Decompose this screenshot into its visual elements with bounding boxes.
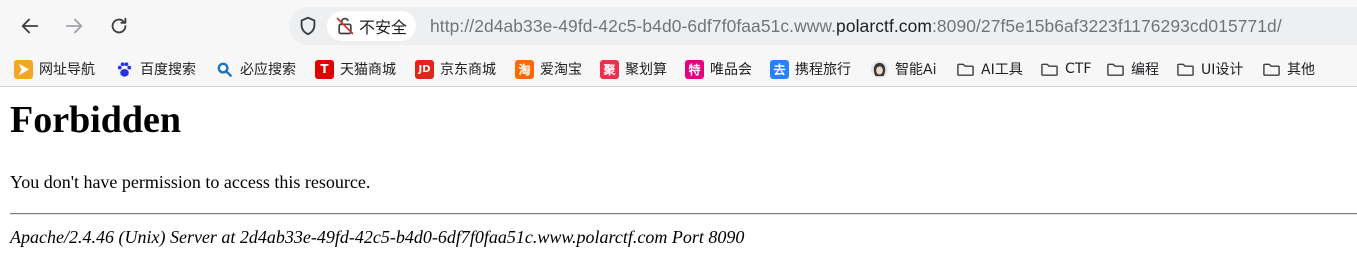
jd-icon: JD [415, 59, 434, 79]
navigation-icon [14, 59, 33, 79]
back-arrow-icon [21, 18, 39, 34]
bookmark-label: 必应搜索 [240, 62, 296, 78]
url-text[interactable]: http://2d4ab33e-49fd-42c5-b4d0-6df7f0faa… [430, 7, 1282, 45]
bookmark-ai[interactable]: 智能Ai [870, 57, 936, 81]
bookmark-label: 百度搜索 [140, 62, 196, 78]
folder-icon [1176, 60, 1195, 79]
bookmark-tmall[interactable]: T 天猫商城 [315, 57, 396, 81]
bookmark-label: 编程 [1131, 62, 1159, 78]
back-button[interactable] [14, 10, 46, 42]
bookmark-navigation[interactable]: 网址导航 [14, 57, 95, 81]
reload-icon [111, 17, 127, 34]
bookmark-baidu[interactable]: 百度搜索 [115, 57, 196, 81]
bookmark-label: 智能Ai [895, 62, 937, 78]
juhuasuan-icon: 聚 [600, 59, 619, 79]
bookmark-folder-ui-design[interactable]: UI设计 [1176, 57, 1243, 81]
folder-icon [1040, 60, 1059, 79]
bookmark-label: 网址导航 [39, 62, 95, 78]
server-signature: Apache/2.4.46 (Unix) Server at 2d4ab33e-… [10, 227, 745, 247]
taobao-icon: 淘 [515, 59, 534, 79]
divider [10, 213, 1357, 215]
url-subdomain: 2d4ab33e-49fd-42c5-b4d0-6df7f0faa51c.www… [474, 16, 837, 36]
ctrip-icon: 去 [770, 59, 789, 79]
bookmark-label: 京东商城 [440, 62, 496, 78]
security-label: 不安全 [359, 18, 408, 37]
forward-arrow-icon [65, 18, 83, 34]
bookmark-label: 聚划算 [625, 62, 667, 78]
bookmark-label: 天猫商城 [340, 62, 396, 78]
insecure-lock-icon [336, 17, 354, 35]
bookmark-taobao[interactable]: 淘 爱淘宝 [515, 57, 582, 81]
url-path: :8090/27f5e15b6af3223f1176293cd015771d/ [931, 16, 1282, 36]
bookmark-folder-other[interactable]: 其他 [1262, 57, 1315, 81]
browser-toolbar: 不安全 http://2d4ab33e-49fd-42c5-b4d0-6df7f… [0, 0, 1357, 52]
folder-icon [1106, 60, 1125, 79]
bookmark-label: CTF [1065, 61, 1092, 77]
bookmarks-bar: 网址导航 百度搜索 必应搜索 T 天猫商城 JD 京东商城 淘 爱淘宝 聚 聚划… [0, 52, 1357, 87]
page-title: Forbidden [10, 99, 182, 141]
error-message: You don't have permission to access this… [10, 172, 371, 192]
bookmark-jd[interactable]: JD 京东商城 [415, 57, 496, 81]
bookmark-label: UI设计 [1201, 62, 1244, 78]
ai-avatar-icon [870, 60, 889, 79]
page-content: Forbidden You don't have permission to a… [0, 87, 1357, 263]
bookmark-folder-programming[interactable]: 编程 [1106, 57, 1159, 81]
url-domain: polarctf.com [836, 16, 932, 36]
bookmark-label: 其他 [1287, 62, 1315, 78]
tmall-icon: T [315, 59, 334, 79]
folder-icon [1262, 60, 1281, 79]
baidu-paw-icon [115, 60, 134, 79]
bookmark-juhuasuan[interactable]: 聚 聚划算 [600, 57, 667, 81]
vip-icon: 特 [685, 59, 704, 79]
bookmark-label: 唯品会 [710, 62, 752, 78]
reload-button[interactable] [103, 10, 135, 42]
bookmark-ctrip[interactable]: 去 携程旅行 [770, 57, 851, 81]
url-scheme: http:// [430, 16, 475, 36]
tracking-protection-shield-icon[interactable] [297, 15, 319, 37]
bookmark-bing[interactable]: 必应搜索 [215, 57, 296, 81]
bookmark-label: 携程旅行 [795, 62, 851, 78]
bookmark-folder-ai-tools[interactable]: AI工具 [956, 57, 1023, 81]
folder-icon [956, 60, 975, 79]
bookmark-vip[interactable]: 特 唯品会 [685, 57, 752, 81]
bookmark-label: 爱淘宝 [540, 62, 582, 78]
forward-button[interactable] [58, 10, 90, 42]
bing-search-icon [215, 60, 234, 79]
site-security-indicator[interactable]: 不安全 [327, 11, 417, 41]
bookmark-folder-ctf[interactable]: CTF [1040, 57, 1091, 81]
address-bar[interactable]: 不安全 http://2d4ab33e-49fd-42c5-b4d0-6df7f… [289, 7, 1357, 45]
bookmark-label: AI工具 [981, 62, 1023, 78]
